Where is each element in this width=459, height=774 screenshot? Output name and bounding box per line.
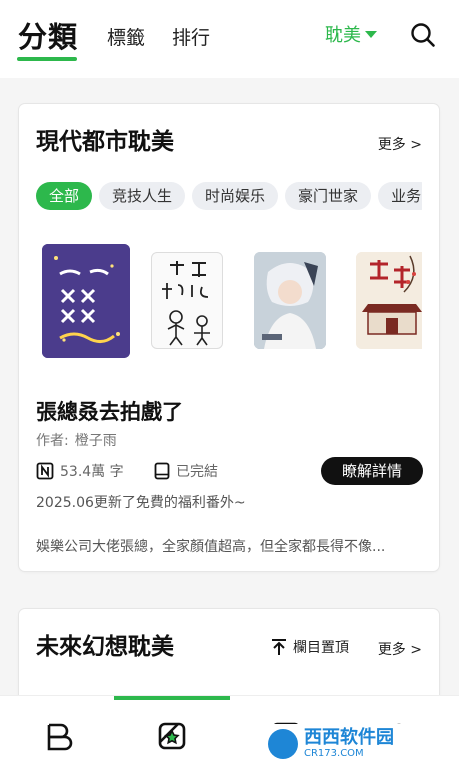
book-cover[interactable]: [151, 252, 223, 349]
watermark-url: CR173.COM: [304, 748, 364, 759]
cover-art: [356, 252, 422, 349]
book-cover[interactable]: [42, 244, 130, 358]
genre-dropdown-label: 耽美: [325, 25, 361, 46]
tab-category[interactable]: 分類: [18, 14, 78, 56]
book-synopsis[interactable]: 娛樂公司大佬張總，全家顏值超高，但全家都長得不像...: [36, 536, 422, 556]
status-text: 已完結: [176, 464, 218, 480]
word-count-icon: [36, 462, 54, 480]
chevron-down-icon: [365, 30, 377, 38]
details-button[interactable]: 瞭解詳情: [321, 457, 423, 485]
cover-art: [42, 244, 130, 358]
watermark-brand: 西西软件园: [304, 727, 394, 748]
more-link[interactable]: 更多 >: [378, 639, 422, 659]
section-title: 現代都市耽美: [36, 129, 174, 155]
active-tab-indicator: [17, 57, 77, 61]
chip-wealthy-family[interactable]: 豪门世家: [285, 182, 372, 210]
tab-tags[interactable]: 標籤: [107, 23, 145, 50]
section-card-modern-urban: 現代都市耽美 更多 > 全部 竞技人生 时尚娱乐 豪门世家 业务 張總叒去拍戲了…: [19, 104, 439, 571]
top-bar: 分類 標籤 排行 耽美: [0, 0, 459, 78]
author-name[interactable]: 橙子雨: [75, 430, 117, 450]
book-cover[interactable]: [356, 252, 422, 349]
book-icon: [154, 462, 170, 480]
chip-row: 全部 竞技人生 时尚娱乐 豪门世家 业务: [36, 182, 422, 212]
word-count: 53.4萬 字: [36, 461, 124, 481]
cover-art: [254, 252, 326, 349]
genre-dropdown[interactable]: 耽美: [325, 21, 377, 47]
pin-label: 欄目置頂: [293, 640, 349, 656]
bookshelf-icon[interactable]: [41, 720, 73, 752]
chip-all[interactable]: 全部: [36, 182, 93, 210]
watermark-logo: 西西软件园 CR173.COM: [262, 724, 440, 764]
chip-business[interactable]: 业务: [378, 182, 422, 210]
pin-top-icon: [272, 639, 286, 655]
word-count-value: 53.4萬 字: [60, 464, 124, 480]
cover-art: [162, 261, 210, 346]
chip-fashion-entertainment[interactable]: 时尚娱乐: [192, 182, 279, 210]
more-link[interactable]: 更多 >: [378, 134, 422, 154]
discover-icon[interactable]: [156, 720, 188, 752]
bottom-nav-active-indicator: [114, 696, 230, 700]
section-card-future-fantasy: 未來幻想耽美 欄目置頂 更多 >: [19, 609, 439, 709]
watermark-emblem: [268, 729, 298, 759]
completion-status: 已完結: [154, 461, 218, 481]
pin-to-top-button[interactable]: 欄目置頂: [271, 637, 349, 657]
watermark-text: 西西软件园 CR173.COM: [304, 729, 394, 759]
section-title: 未來幻想耽美: [36, 634, 174, 660]
tab-ranking[interactable]: 排行: [172, 23, 210, 50]
book-cover[interactable]: [254, 252, 326, 349]
book-author: 作者: 橙子雨: [36, 430, 117, 450]
book-title[interactable]: 張總叒去拍戲了: [36, 396, 183, 426]
author-label: 作者:: [36, 433, 69, 449]
chip-competitive-life[interactable]: 竞技人生: [99, 182, 186, 210]
cover-carousel[interactable]: [36, 236, 422, 366]
update-note: 2025.06更新了免費的福利番外~: [36, 495, 246, 511]
search-icon[interactable]: [410, 22, 436, 48]
